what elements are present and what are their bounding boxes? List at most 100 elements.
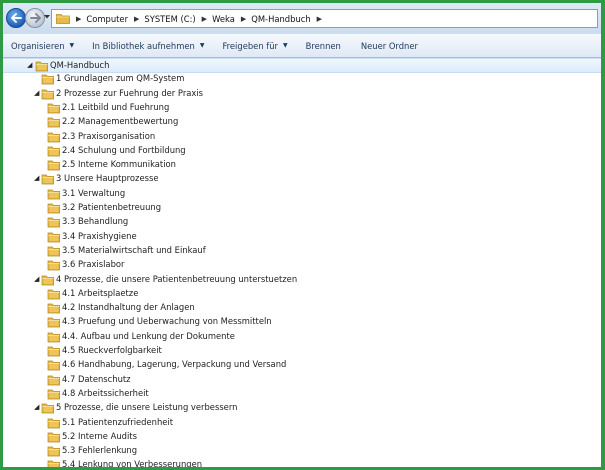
tree-item-label: 4.2 Instandhaltung der Anlagen (62, 302, 195, 313)
folder-icon (47, 103, 60, 114)
tree-item-label: 4 Prozesse, die unsere Patientenbetreuun… (56, 273, 298, 284)
tree-item[interactable]: 4.2 Instandhaltung der Anlagen (3, 301, 601, 315)
burn-label: Brennen (305, 40, 341, 51)
folder-icon (47, 375, 60, 385)
tree-item-label: 5 Prozesse, die unsere Leistung verbesse… (56, 402, 238, 413)
folder-icon (47, 160, 60, 171)
chevron-down-icon: ▼ (69, 42, 75, 49)
tree-item[interactable]: 3.5 Materialwirtschaft und Einkauf (3, 244, 601, 258)
tree-item[interactable]: 3.3 Behandlung (3, 215, 601, 229)
folder-icon (47, 189, 60, 200)
forward-button[interactable] (25, 8, 45, 28)
folder-icon (47, 203, 60, 214)
folder-icon (41, 74, 54, 85)
tree-item[interactable]: 4.4. Aufbau und Lenkung der Dokumente (3, 330, 601, 344)
tree-item-label: 4.5 Rueckverfolgbarkeit (62, 345, 162, 355)
tree-item[interactable]: 3.4 Praxishygiene (3, 230, 601, 244)
tree-item[interactable]: 3.6 Praxislabor (3, 258, 601, 272)
tree-item-label: QM-Handbuch (50, 60, 110, 70)
tree-expanded-icon[interactable]: ◢ (34, 404, 41, 411)
tree-item-label: 4.8 Arbeitssicherheit (62, 387, 149, 398)
new-folder-label: Neuer Ordner (360, 40, 418, 51)
tree-item[interactable]: 3.2 Patientenbetreuung (3, 201, 601, 215)
tree-item[interactable]: ◢ 4 Prozesse, die unsere Patientenbetreuu… (3, 273, 601, 287)
tree-item[interactable]: 4.8 Arbeitssicherheit (3, 387, 601, 401)
breadcrumb-separator[interactable]: ▶ (76, 15, 81, 23)
tree-item[interactable]: ◢ 3 Unsere Hauptprozesse (3, 172, 601, 186)
tree-item[interactable]: 4.7 Datenschutz (3, 373, 601, 387)
tree-item-label: 5.3 Fehlerlenkung (62, 445, 138, 456)
tree-item-label: 4.6 Handhabung, Lagerung, Verpackung und… (62, 359, 287, 370)
tree-item[interactable]: 5.2 Interne Audits (3, 430, 601, 444)
share-with-label: Freigeben für (222, 40, 278, 51)
tree-item[interactable]: 2.5 Interne Kommunikation (3, 158, 601, 172)
add-to-library-button[interactable]: In Bibliothek aufnehmen ▼ (92, 41, 204, 51)
tree-expanded-icon[interactable]: ◢ (34, 275, 41, 283)
organize-button[interactable]: Organisieren ▼ (11, 41, 74, 51)
tree-expanded-icon[interactable]: ◢ (27, 62, 34, 69)
burn-button[interactable]: Brennen (306, 41, 341, 51)
folder-icon (47, 446, 60, 457)
tree-item-label: 2.1 Leitbild und Fuehrung (62, 101, 170, 112)
tree-item[interactable]: 4.1 Arbeitsplaetze (3, 287, 601, 301)
chevron-down-icon: ▼ (283, 42, 288, 49)
tree-expanded-icon[interactable]: ◢ (34, 175, 41, 182)
tree-item[interactable]: 5.3 Fehlerlenkung (3, 444, 601, 458)
breadcrumb-separator[interactable]: ▶ (134, 15, 139, 23)
new-folder-button[interactable]: Neuer Ordner (361, 41, 418, 51)
breadcrumb-separator[interactable]: ▶ (202, 15, 207, 23)
tree-item-label: 5.2 Interne Audits (62, 430, 137, 441)
chevron-down-icon[interactable] (44, 14, 50, 20)
tree-item[interactable]: 4.5 Rueckverfolgbarkeit (3, 344, 601, 358)
tree-item[interactable]: 1 Grundlagen zum QM-System (3, 72, 601, 86)
add-to-library-label: In Bibliothek aufnehmen (92, 40, 195, 51)
chevron-down-icon: ▼ (199, 42, 205, 49)
breadcrumb[interactable]: ▶ Computer ▶ SYSTEM (C:) ▶ Weka ▶ QM-Han… (51, 9, 598, 28)
tree-item-label: 3.1 Verwaltung (62, 187, 126, 198)
share-with-button[interactable]: Freigeben für ▼ (222, 41, 287, 51)
tree-item[interactable]: 2.1 Leitbild und Fuehrung (3, 101, 601, 115)
breadcrumb-weka[interactable]: Weka (212, 14, 235, 24)
tree-item-label: 1 Grundlagen zum QM-System (56, 73, 185, 84)
folder-icon (47, 303, 60, 314)
tree-item[interactable]: ◢ 2 Prozesse zur Fuehrung der Praxis (3, 87, 601, 101)
breadcrumb-separator[interactable]: ▶ (317, 15, 322, 23)
folder-tree: ◢ QM-Handbuch 1 Grundlagen zum QM-System ◢ 2… (3, 58, 601, 467)
tree-item-label: 3.4 Praxishygiene (62, 230, 137, 241)
tree-item[interactable]: 4.3 Pruefung und Ueberwachung von Messmi… (3, 315, 601, 329)
tree-item-label: 3.3 Behandlung (62, 216, 129, 227)
tree-item-label: 5.4 Lenkung von Verbesserungen (62, 459, 203, 470)
tree-item-label: 2.5 Interne Kommunikation (62, 159, 176, 170)
folder-icon (47, 432, 60, 443)
folder-icon (47, 360, 60, 371)
folder-icon (47, 461, 60, 467)
folder-icon (47, 289, 60, 300)
tree-item-label: 4.7 Datenschutz (62, 373, 131, 384)
tree-item-label: 2.2 Managementbewertung (62, 116, 179, 127)
tree-item[interactable]: 2.3 Praxisorganisation (3, 130, 601, 144)
breadcrumb-system-c[interactable]: SYSTEM (C:) (144, 14, 195, 24)
tree-item[interactable]: 4.6 Handhabung, Lagerung, Verpackung und… (3, 358, 601, 372)
tree-item[interactable]: ◢ QM-Handbuch (3, 58, 601, 73)
tree-item[interactable]: 2.4 Schulung und Fortbildung (3, 144, 601, 158)
folder-icon (41, 89, 54, 99)
tree-item[interactable]: ◢ 5 Prozesse, die unsere Leistung verbess… (3, 401, 601, 415)
tree-item-label: 4.1 Arbeitsplaetze (62, 287, 139, 298)
folder-icon (47, 260, 60, 271)
arrow-left-icon (10, 13, 22, 23)
breadcrumb-computer[interactable]: Computer (86, 14, 128, 24)
tree-item-label: 3.5 Materialwirtschaft und Einkauf (62, 244, 206, 255)
tree-item[interactable]: 3.1 Verwaltung (3, 187, 601, 201)
breadcrumb-qm-handbuch[interactable]: QM-Handbuch (251, 14, 310, 24)
folder-icon (47, 346, 60, 357)
address-bar: ▶ Computer ▶ SYSTEM (C:) ▶ Weka ▶ QM-Han… (3, 3, 601, 35)
tree-item[interactable]: 5.1 Patientenzufriedenheit (3, 416, 601, 430)
back-button[interactable] (6, 8, 26, 28)
organize-label: Organisieren (11, 40, 65, 51)
breadcrumb-separator[interactable]: ▶ (241, 15, 246, 23)
tree-expanded-icon[interactable]: ◢ (34, 89, 41, 97)
tree-item-label: 2.3 Praxisorganisation (62, 130, 156, 141)
tree-item[interactable]: 2.2 Managementbewertung (3, 115, 601, 129)
folder-icon (47, 146, 60, 157)
tree-item[interactable]: 5.4 Lenkung von Verbesserungen (3, 458, 601, 470)
